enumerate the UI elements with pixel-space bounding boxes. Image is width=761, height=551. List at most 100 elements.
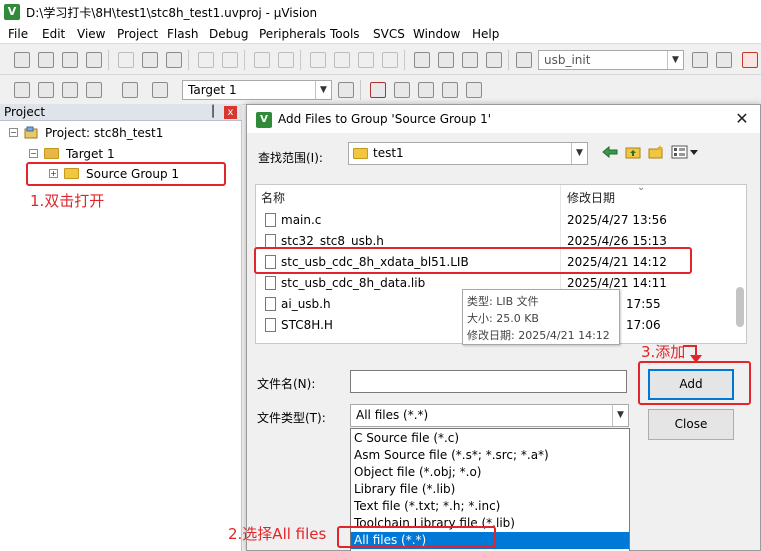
filetype-value: All files (*.*) <box>356 408 429 422</box>
project-panel-title: Project <box>4 105 46 119</box>
menu-window[interactable]: Window <box>413 27 460 41</box>
download-icon[interactable] <box>152 82 168 98</box>
menu-flash[interactable]: Flash <box>167 27 198 41</box>
filetype-option[interactable]: Text file (*.txt; *.h; *.inc) <box>351 498 629 515</box>
paste-icon[interactable] <box>166 52 182 68</box>
chevron-down-icon[interactable]: ▼ <box>571 143 587 164</box>
comment-icon[interactable] <box>462 52 478 68</box>
project-panel-header: Project ▕ x <box>0 104 242 121</box>
batch-build-icon[interactable] <box>86 82 102 98</box>
dialog-title: Add Files to Group 'Source Group 1' <box>278 112 492 126</box>
copy-icon[interactable] <box>142 52 158 68</box>
folder-icon <box>353 148 368 159</box>
save-icon[interactable] <box>62 52 78 68</box>
collapse-icon[interactable]: − <box>9 128 18 137</box>
filetype-option[interactable]: Object file (*.obj; *.o) <box>351 464 629 481</box>
toolbar-separator <box>300 50 301 70</box>
uncomment-icon[interactable] <box>486 52 502 68</box>
incremental-find-icon[interactable] <box>716 52 732 68</box>
column-header-date[interactable]: 修改日期 <box>567 189 615 206</box>
open-file-icon[interactable] <box>38 52 54 68</box>
column-header-name[interactable]: 名称 <box>261 189 285 206</box>
chevron-down-icon[interactable]: ▼ <box>667 51 683 69</box>
file-icon <box>265 297 276 311</box>
target-options-icon[interactable] <box>338 82 354 98</box>
pin-icon[interactable]: ▕ <box>205 105 213 118</box>
menu-project[interactable]: Project <box>117 27 158 41</box>
redo-icon[interactable] <box>222 52 238 68</box>
file-icon <box>265 213 276 227</box>
toolbar-separator <box>188 50 189 70</box>
close-button[interactable]: Close <box>648 409 734 440</box>
rebuild-icon[interactable] <box>62 82 78 98</box>
file-icon <box>265 318 276 332</box>
filetype-select[interactable]: All files (*.*) ▼ <box>350 404 629 427</box>
indent-icon[interactable] <box>414 52 430 68</box>
target-combo[interactable]: Target 1 ▼ <box>182 80 332 100</box>
find-icon[interactable] <box>692 52 708 68</box>
back-arrow-icon[interactable] <box>602 145 618 159</box>
manage-components-icon[interactable] <box>370 82 386 98</box>
save-all-icon[interactable] <box>86 52 102 68</box>
clear-bookmarks-icon[interactable] <box>382 52 398 68</box>
dialog-close-icon[interactable]: ✕ <box>731 109 753 129</box>
undo-icon[interactable] <box>198 52 214 68</box>
next-bookmark-icon[interactable] <box>358 52 374 68</box>
file-row[interactable]: main.c 2025/4/27 13:56 <box>256 210 746 231</box>
menu-peripherals[interactable]: Peripherals <box>259 27 326 41</box>
pack-installer-icon[interactable] <box>418 82 434 98</box>
file-extensions-icon[interactable] <box>394 82 410 98</box>
uvision-logo-icon: V <box>4 4 20 20</box>
find-combo[interactable]: usb_init ▼ <box>538 50 684 70</box>
filename-input[interactable] <box>350 370 627 393</box>
menu-edit[interactable]: Edit <box>42 27 65 41</box>
find-in-files-icon[interactable] <box>516 52 532 68</box>
menu-debug[interactable]: Debug <box>209 27 248 41</box>
translate-icon[interactable] <box>14 82 30 98</box>
select-software-packs-icon[interactable] <box>442 82 458 98</box>
look-in-combo[interactable]: test1 ▼ <box>348 142 588 165</box>
new-file-icon[interactable] <box>14 52 30 68</box>
scrollbar-thumb[interactable] <box>736 287 744 327</box>
run-time-environment-icon[interactable] <box>466 82 482 98</box>
new-folder-icon[interactable] <box>648 145 664 159</box>
tree-target[interactable]: Target 1 <box>66 147 115 161</box>
menu-tools[interactable]: Tools <box>330 27 360 41</box>
unindent-icon[interactable] <box>438 52 454 68</box>
file-date: 2025/4/21 14:11 <box>567 276 667 290</box>
view-menu-icon[interactable] <box>671 145 699 159</box>
chevron-down-icon[interactable]: ▼ <box>612 405 628 426</box>
chevron-down-icon: ⌄ <box>637 184 646 193</box>
menu-help[interactable]: Help <box>472 27 499 41</box>
annotation-box-source-group <box>26 162 226 186</box>
up-folder-icon[interactable] <box>625 145 641 159</box>
file-icon <box>265 234 276 248</box>
nav-forward-icon[interactable] <box>278 52 294 68</box>
menu-view[interactable]: View <box>77 27 105 41</box>
uvision-logo-icon: V <box>256 112 272 128</box>
chevron-down-icon[interactable]: ▼ <box>315 81 331 99</box>
menu-file[interactable]: File <box>8 27 28 41</box>
toolbar-separator <box>360 80 361 100</box>
target-folder-icon <box>44 148 59 159</box>
tree-project[interactable]: Project: stc8h_test1 <box>45 126 163 140</box>
prev-bookmark-icon[interactable] <box>334 52 350 68</box>
nav-back-icon[interactable] <box>254 52 270 68</box>
file-name: main.c <box>281 213 322 227</box>
filetype-option[interactable]: Library file (*.lib) <box>351 481 629 498</box>
toolbar-separator <box>404 50 405 70</box>
filetype-option[interactable]: C Source file (*.c) <box>351 430 629 447</box>
stop-build-icon[interactable] <box>122 82 138 98</box>
filetype-label: 文件类型(T): <box>257 411 326 425</box>
build-icon[interactable] <box>38 82 54 98</box>
menu-svcs[interactable]: SVCS <box>373 27 405 41</box>
toolbar-separator <box>244 50 245 70</box>
bookmark-icon[interactable] <box>310 52 326 68</box>
close-panel-icon[interactable]: x <box>224 106 237 119</box>
filetype-option[interactable]: Asm Source file (*.s*; *.src; *.a*) <box>351 447 629 464</box>
debug-session-icon[interactable] <box>742 52 758 68</box>
build-toolbar: Target 1 ▼ <box>0 75 761 105</box>
collapse-icon[interactable]: − <box>29 149 38 158</box>
cut-icon[interactable] <box>118 52 134 68</box>
file-name: ai_usb.h <box>281 297 331 311</box>
